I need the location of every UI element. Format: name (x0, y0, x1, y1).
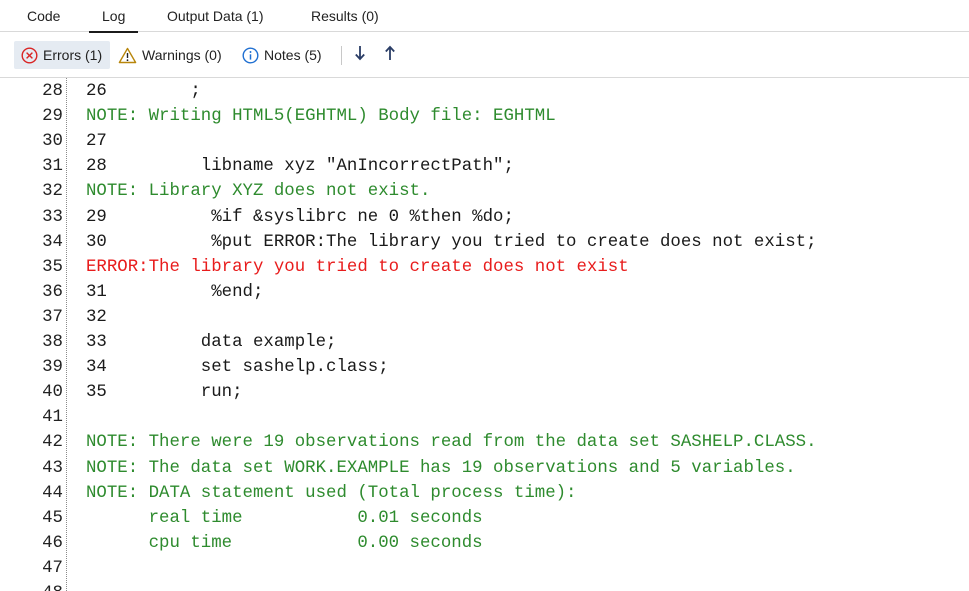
line-number: 38 (42, 333, 63, 352)
line-number: 33 (42, 207, 63, 227)
line-number: 30 (42, 132, 63, 152)
log-line: 32 NOTE: Library XYZ does not exist. (0, 179, 969, 204)
line-number: 42 (42, 433, 63, 453)
log-line: 38 33 data example; (0, 330, 969, 355)
warnings-filter-button[interactable]: Warnings (0) (118, 41, 222, 69)
line-number: 41 (42, 408, 63, 428)
arrow-down-icon (354, 45, 366, 66)
log-viewer[interactable]: 28 26 ; 29 NOTE: Writing HTML5(EGHTML) Body… (0, 78, 969, 591)
log-line: 44 NOTE: DATA statement used (Total proce… (0, 481, 969, 506)
tab-results[interactable]: Results (0) (311, 8, 379, 24)
log-line-text: 26 ; (86, 82, 201, 101)
log-line-text: ERROR:The library you tried to create do… (86, 257, 629, 277)
log-line-text: real time 0.01 seconds (86, 508, 483, 528)
toolbar-separator (341, 46, 342, 65)
line-number: 44 (42, 483, 63, 503)
log-line: 35 ERROR:The library you tried to create … (0, 255, 969, 280)
log-line: 42 NOTE: There were 19 observations read … (0, 430, 969, 455)
log-line: 36 31 %end; (0, 280, 969, 305)
notes-filter-label: Notes (5) (264, 47, 322, 63)
log-line-text: 29 %if &syslibrc ne 0 %then %do; (86, 207, 514, 227)
log-line: 30 27 (0, 129, 969, 154)
log-line-text: 28 libname xyz "AnIncorrectPath"; (86, 157, 514, 177)
line-number: 35 (42, 257, 63, 277)
log-line-text: NOTE: The data set WORK.EXAMPLE has 19 o… (86, 458, 796, 478)
line-number: 48 (0, 581, 63, 591)
line-number: 47 (42, 558, 63, 578)
log-line-text: cpu time 0.00 seconds (86, 533, 483, 553)
warning-triangle-icon (118, 47, 137, 64)
log-line: 43 NOTE: The data set WORK.EXAMPLE has 19… (0, 456, 969, 481)
line-number: 37 (42, 307, 63, 327)
line-number: 29 (42, 107, 63, 127)
tab-log[interactable]: Log (88, 8, 139, 33)
info-circle-icon (242, 46, 259, 64)
warnings-filter-label: Warnings (0) (142, 47, 222, 63)
log-toolbar: Errors (1) Warnings (0) Notes (5) (0, 32, 969, 78)
log-line: 45 real time 0.01 seconds (0, 506, 969, 531)
errors-filter-label: Errors (1) (43, 47, 103, 63)
log-line-text: 33 data example; (86, 333, 337, 352)
log-line: 33 29 %if &syslibrc ne 0 %then %do; (0, 205, 969, 230)
errors-filter-button[interactable]: Errors (1) (14, 41, 110, 69)
log-line: 34 30 %put ERROR:The library you tried to… (0, 230, 969, 255)
log-line: 31 28 libname xyz "AnIncorrectPath"; (0, 154, 969, 179)
line-number: 46 (42, 533, 63, 553)
log-line: 40 35 run; (0, 380, 969, 405)
log-line-text: NOTE: Library XYZ does not exist. (86, 182, 431, 202)
log-line-text: 35 run; (86, 383, 243, 403)
tab-output-data[interactable]: Output Data (1) (167, 8, 264, 24)
log-line: 47 (0, 556, 969, 581)
log-line-text: 34 set sashelp.class; (86, 358, 389, 378)
log-line: 48 (0, 581, 969, 591)
arrow-up-icon (384, 45, 396, 66)
previous-message-button[interactable] (380, 43, 400, 67)
line-number: 43 (42, 458, 63, 478)
line-number: 39 (42, 358, 63, 378)
log-line-text: NOTE: DATA statement used (Total process… (86, 483, 577, 503)
log-line: 37 32 (0, 305, 969, 330)
log-line: 46 cpu time 0.00 seconds (0, 531, 969, 556)
line-number: 28 (42, 82, 63, 101)
log-line: 41 (0, 405, 969, 430)
error-circle-icon (21, 46, 38, 64)
line-number: 40 (42, 383, 63, 403)
log-line-text: NOTE: Writing HTML5(EGHTML) Body file: E… (86, 107, 556, 127)
line-number: 34 (42, 232, 63, 252)
line-number: 31 (42, 157, 63, 177)
log-line: 28 26 ; (0, 79, 969, 104)
log-line-text: 27 (86, 132, 107, 152)
next-message-button[interactable] (350, 43, 370, 67)
tab-bar: Code Log Output Data (1) Results (0) (0, 0, 969, 33)
tab-code[interactable]: Code (27, 8, 60, 24)
line-number: 36 (42, 282, 63, 302)
log-line-text: 32 (86, 307, 107, 327)
log-line-text: 30 %put ERROR:The library you tried to c… (86, 232, 817, 252)
line-number: 32 (42, 182, 63, 202)
log-line-text: 31 %end; (86, 282, 264, 302)
log-line: 29 NOTE: Writing HTML5(EGHTML) Body file:… (0, 104, 969, 129)
notes-filter-button[interactable]: Notes (5) (242, 41, 322, 69)
log-line: 39 34 set sashelp.class; (0, 355, 969, 380)
log-line-text: NOTE: There were 19 observations read fr… (86, 433, 817, 453)
line-number: 45 (42, 508, 63, 528)
